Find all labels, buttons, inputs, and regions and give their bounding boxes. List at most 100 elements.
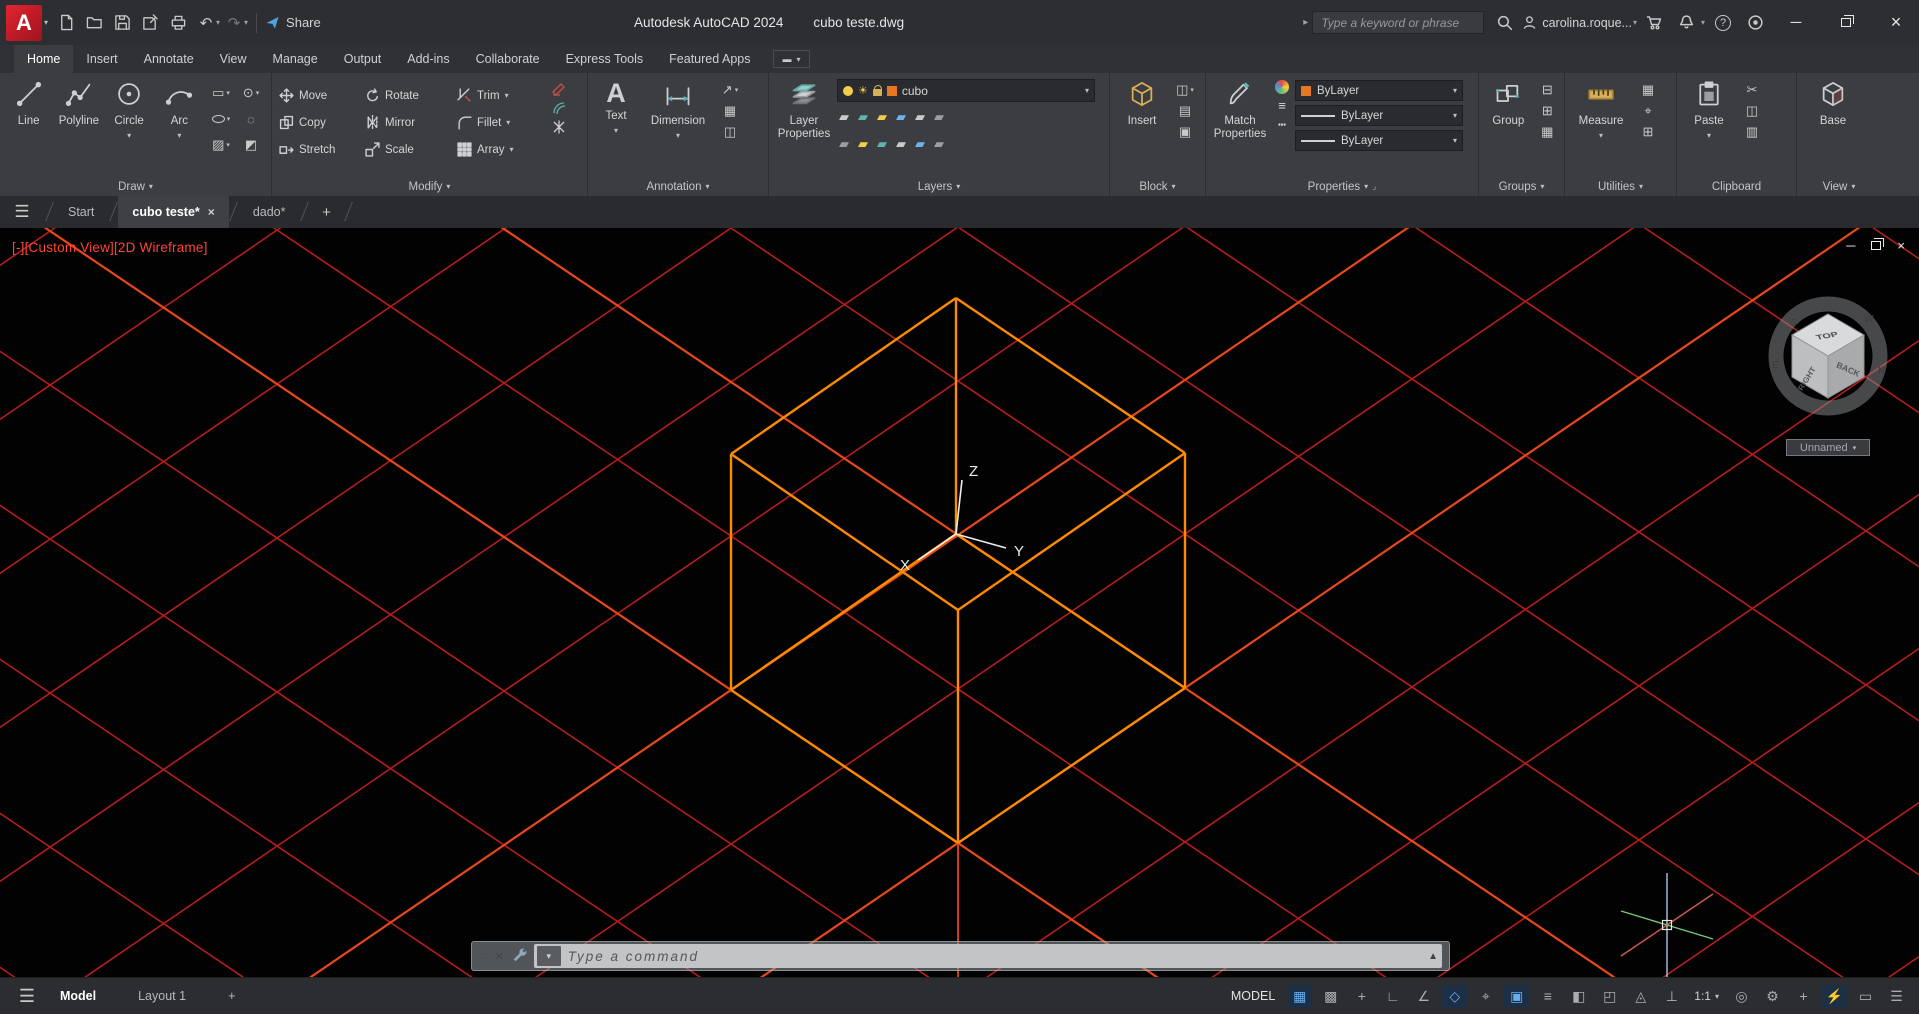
text-button[interactable]: A Text ▾ <box>593 76 639 177</box>
layer-off-button[interactable]: ▰ <box>839 109 849 125</box>
circle-button[interactable]: Circle ▾ <box>106 76 153 177</box>
redo-caret-icon[interactable]: ▾ <box>244 18 248 27</box>
edit-attributes-button[interactable]: ◫▾ <box>1176 82 1194 98</box>
recent-commands-button[interactable]: ▾ <box>537 946 561 966</box>
explode-button[interactable] <box>552 120 566 134</box>
linetype-list-icon[interactable]: ┅ <box>1278 117 1286 133</box>
command-drag-handle[interactable] <box>479 947 488 965</box>
object-snap-toggle[interactable]: ▣ <box>1504 985 1529 1008</box>
save-as-button[interactable] <box>136 8 164 38</box>
logo-caret-icon[interactable]: ▾ <box>44 18 48 27</box>
object-color-select[interactable]: ByLayer ▾ <box>1295 80 1463 101</box>
layer-unisolate-button[interactable]: ▰ <box>915 109 925 125</box>
draw-panel-label[interactable]: Draw▾ <box>0 177 271 196</box>
save-button[interactable] <box>108 8 136 38</box>
match-small-button[interactable]: ▥ <box>1746 124 1758 140</box>
fillet-button[interactable]: Fillet▾ <box>455 109 543 136</box>
model-tab[interactable]: Model <box>50 983 106 1009</box>
close-button[interactable]: × <box>1873 0 1919 45</box>
mirror-button[interactable]: Mirror <box>363 109 455 136</box>
open-file-button[interactable] <box>80 8 108 38</box>
array-button[interactable]: Array▾ <box>455 136 543 163</box>
isometric-drafting-toggle[interactable]: ◇ <box>1442 985 1467 1008</box>
layer-make-current-button[interactable]: ▰ <box>839 136 849 152</box>
cut-button[interactable]: ✂ <box>1747 82 1758 98</box>
offset-button[interactable] <box>552 101 566 115</box>
quick-calc-button[interactable]: ▦ <box>1642 82 1654 98</box>
command-customize-wrench-icon[interactable] <box>511 946 527 967</box>
help-button[interactable]: ? <box>1709 8 1737 38</box>
tab-output[interactable]: Output <box>331 45 395 73</box>
dynamic-ucs-toggle[interactable]: ⊥ <box>1659 985 1684 1008</box>
rotate-button[interactable]: Rotate <box>363 82 455 109</box>
leader-button[interactable]: ↗▾ <box>722 82 738 98</box>
viewcube[interactable]: S E N W TOP RIGHT BACK Unnamed ▾ <box>1752 292 1904 456</box>
layer-properties-button[interactable]: Layer Properties <box>774 76 834 177</box>
command-history-toggle-icon[interactable]: ▲ <box>1424 951 1442 962</box>
customization-button[interactable]: ☰ <box>1884 985 1909 1008</box>
command-input[interactable] <box>568 949 1417 964</box>
group-button[interactable]: Group <box>1484 76 1533 177</box>
model-space-toggle[interactable]: MODEL <box>1225 989 1281 1003</box>
layers-panel-label[interactable]: Layers▾ <box>769 177 1109 196</box>
properties-dialog-launcher-icon[interactable]: ⌟ <box>1372 181 1376 192</box>
lineweight-select[interactable]: ByLayer ▾ <box>1295 105 1463 126</box>
tab-insert[interactable]: Insert <box>73 45 130 73</box>
tab-addins[interactable]: Add-ins <box>394 45 462 73</box>
close-tab-icon[interactable]: × <box>208 205 215 219</box>
tab-home[interactable]: Home <box>14 45 73 73</box>
new-drawing-tab-button[interactable]: + <box>310 196 344 228</box>
table-button[interactable]: ▦ <box>724 103 736 119</box>
groups-panel-label[interactable]: Groups▾ <box>1479 177 1564 196</box>
isolate-objects-button[interactable]: ◎ <box>1729 985 1754 1008</box>
id-point-button[interactable]: ⌖ <box>1644 103 1651 119</box>
viewport-restore-icon[interactable] <box>1871 241 1881 250</box>
view-panel-label[interactable]: View▾ <box>1797 177 1881 196</box>
stretch-button[interactable]: Stretch <box>277 136 363 163</box>
properties-panel-label[interactable]: Properties▾⌟ <box>1206 177 1478 196</box>
assistant-button[interactable] <box>1741 8 1769 38</box>
copy-clip-button[interactable]: ◫ <box>1746 103 1758 119</box>
workspace-settings-button[interactable]: ⚙ <box>1760 985 1785 1008</box>
viewcube-graphic[interactable]: S E N W TOP RIGHT BACK <box>1752 292 1904 430</box>
annotation-scale-select[interactable]: 1:1▾ <box>1690 989 1723 1003</box>
color-wheel-icon[interactable] <box>1275 80 1289 94</box>
selection-cycling-toggle[interactable]: ◰ <box>1597 985 1622 1008</box>
layer-thaw-icon[interactable]: ☀ <box>858 84 868 97</box>
quick-select-button[interactable]: ⊞ <box>1643 124 1654 140</box>
notifications-caret-icon[interactable]: ▾ <box>1701 18 1705 27</box>
block-panel-label[interactable]: Block▾ <box>1110 177 1205 196</box>
layer-color-swatch[interactable] <box>887 86 897 96</box>
ellipse-button[interactable]: ▾ <box>206 106 236 132</box>
polar-tracking-toggle[interactable]: ∠ <box>1411 985 1436 1008</box>
layer-select[interactable]: ☀ cubo ▾ <box>837 79 1095 102</box>
annotation-panel-label[interactable]: Annotation▾ <box>588 177 768 196</box>
layer-lock-icon[interactable] <box>873 89 882 96</box>
ungroup-button[interactable]: ⊟ <box>1542 82 1553 98</box>
object-snap-tracking-toggle[interactable]: ⌖ <box>1473 985 1498 1008</box>
tab-featured-apps[interactable]: Featured Apps <box>656 45 763 73</box>
utilities-panel-label[interactable]: Utilities▾ <box>1565 177 1676 196</box>
group-edit-button[interactable]: ⊞ <box>1542 103 1553 119</box>
file-tab-other[interactable]: dado* <box>239 196 300 228</box>
compass-south-label[interactable]: S <box>1790 318 1797 329</box>
paste-button[interactable]: Paste ▾ <box>1682 76 1736 177</box>
layer-match-button[interactable]: ▰ <box>858 136 868 152</box>
snap-mode-toggle[interactable]: ▩ <box>1318 985 1343 1008</box>
drawing-viewport[interactable]: ZXY [-][Custom View][2D Wireframe] ─ × S… <box>0 228 1919 977</box>
autocad-logo[interactable]: A <box>6 5 42 41</box>
transparency-toggle[interactable]: ◧ <box>1566 985 1591 1008</box>
create-block-button[interactable]: ▤ <box>1179 103 1191 119</box>
clipboard-panel-label[interactable]: Clipboard <box>1677 177 1796 196</box>
layer-lock-button[interactable]: ▰ <box>896 109 906 125</box>
tab-collaborate[interactable]: Collaborate <box>463 45 553 73</box>
dynamic-input-toggle[interactable]: + <box>1349 985 1374 1008</box>
circle-center-button[interactable]: ⊙▾ <box>236 80 266 106</box>
search-input[interactable] <box>1312 11 1484 34</box>
block-editor-button[interactable]: ▣ <box>1179 124 1191 140</box>
lineweight-list-icon[interactable]: ≡ <box>1278 98 1286 113</box>
layer-isolate-button[interactable]: ▰ <box>858 109 868 125</box>
collapse-search-icon[interactable]: ▸ <box>1303 17 1308 28</box>
linetype-select[interactable]: ByLayer ▾ <box>1295 130 1463 151</box>
layer-select-caret-icon[interactable]: ▾ <box>1085 86 1089 95</box>
